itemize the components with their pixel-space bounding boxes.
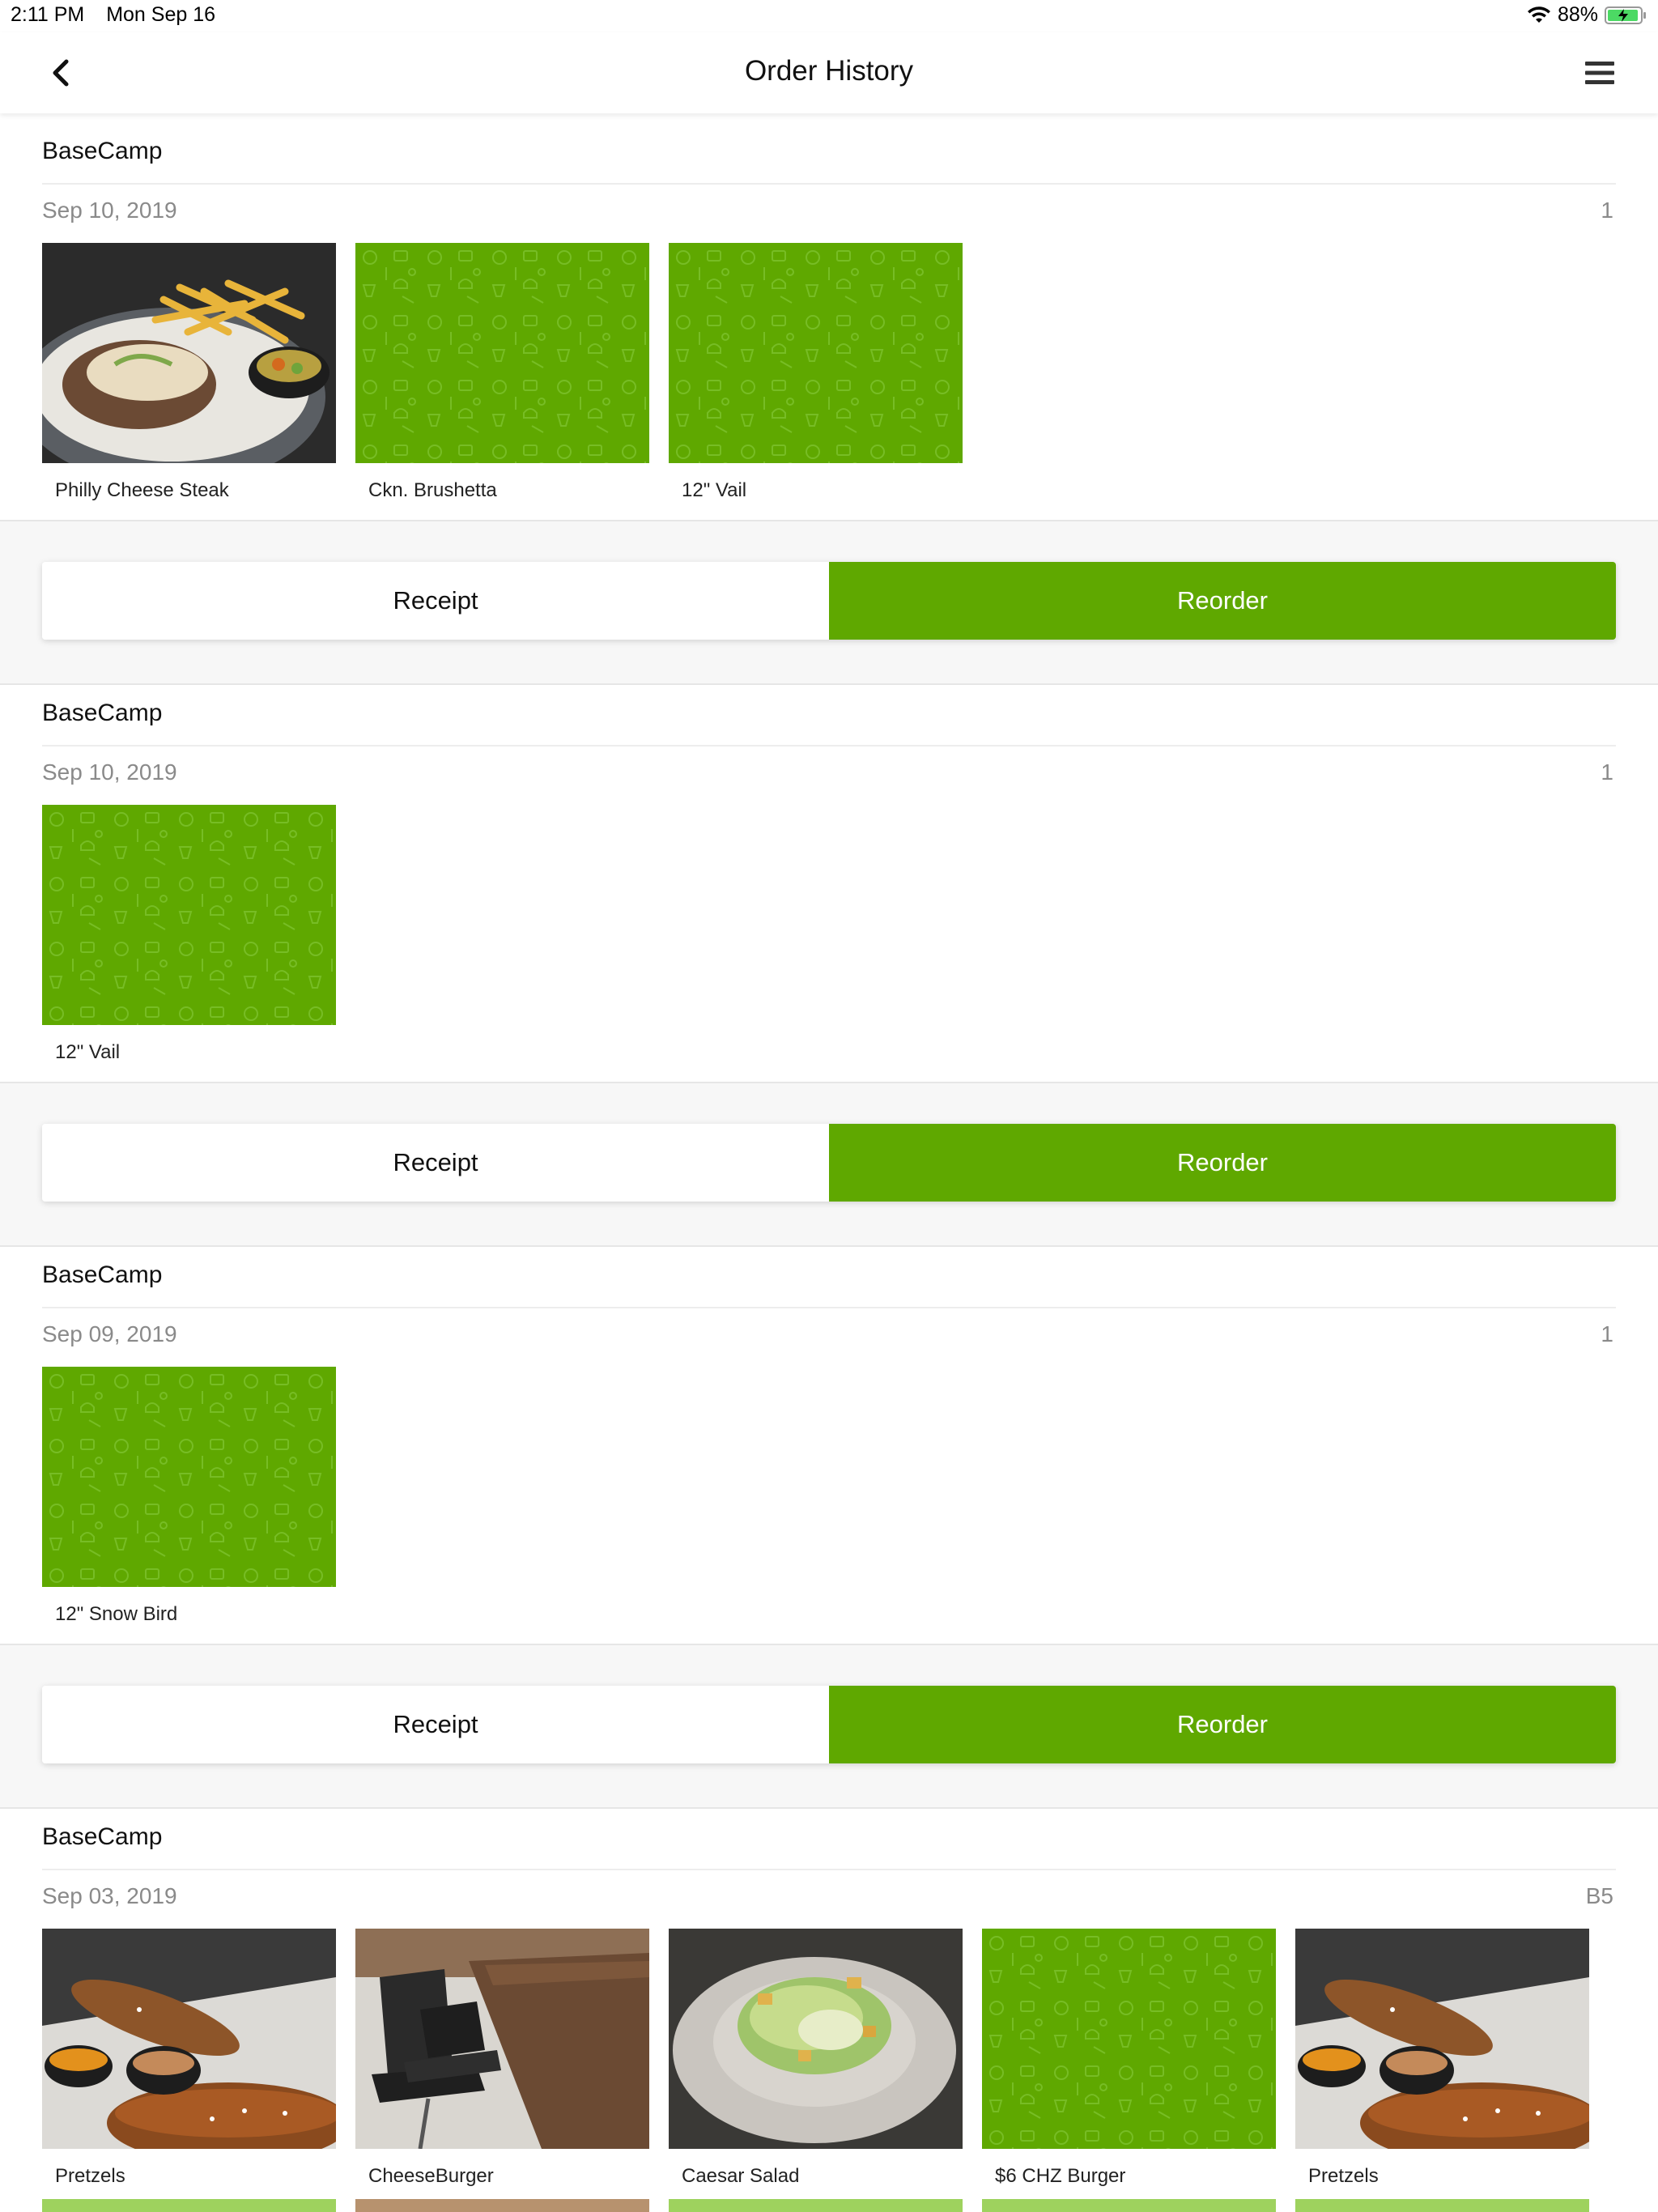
venue-name: BaseCamp <box>42 1261 163 1288</box>
placeholder-pattern-image <box>982 1929 1276 2149</box>
photo-salad <box>669 1929 963 2149</box>
divider <box>42 745 1616 747</box>
status-right: 88% <box>1527 3 1647 27</box>
photo-table <box>355 1929 649 2149</box>
status-left: 2:11 PM Mon Sep 16 <box>11 3 232 27</box>
status-bar: 2:11 PM Mon Sep 16 88% <box>0 0 1658 32</box>
order-count: 1 <box>1601 198 1613 223</box>
item-name: $6 CHZ Burger <box>995 2165 1126 2187</box>
item-name: Pretzels <box>1308 2165 1379 2187</box>
placeholder-pattern-image <box>669 243 963 463</box>
action-button-group: Receipt Reorder <box>42 562 1616 640</box>
photo-pretzels <box>1295 1929 1589 2149</box>
photo-cheesesteak <box>42 243 336 463</box>
item-name: 12" Vail <box>55 1041 121 1063</box>
order-date: Sep 10, 2019 <box>42 198 177 223</box>
order-actions: Receipt Reorder <box>0 1644 1658 1809</box>
order-item[interactable]: 12" Vail <box>42 805 336 1064</box>
order-card: BaseCamp Sep 09, 2019 1 12" Snow Bird Re… <box>0 1237 1658 1809</box>
item-name: 12" Vail <box>682 479 747 501</box>
order-items: 12" Vail <box>42 805 355 1064</box>
order-date: Sep 03, 2019 <box>42 1883 177 1908</box>
order-date: Sep 10, 2019 <box>42 759 177 785</box>
page-title: Order History <box>744 55 914 87</box>
receipt-button[interactable]: Receipt <box>42 1686 829 1763</box>
order-card: BaseCamp Sep 10, 2019 1 Philly Cheese St… <box>0 113 1658 685</box>
order-item[interactable]: Pretzels <box>42 1929 336 2188</box>
venue-name: BaseCamp <box>42 138 163 164</box>
battery-percent: 88% <box>1557 3 1598 26</box>
order-item[interactable]: $6 CHZ Burger <box>982 1929 1276 2188</box>
receipt-button[interactable]: Receipt <box>42 1124 829 1202</box>
order-items: Philly Cheese Steak Ckn. Brushetta 12" V… <box>42 243 982 502</box>
order-date: Sep 09, 2019 <box>42 1321 177 1346</box>
venue-name: BaseCamp <box>42 1823 163 1850</box>
nav-bar: Order History <box>0 32 1658 113</box>
next-item-thumbnail <box>982 2199 1276 2212</box>
order-item[interactable]: Ckn. Brushetta <box>355 243 649 502</box>
action-button-group: Receipt Reorder <box>42 1124 1616 1202</box>
item-name: CheeseBurger <box>368 2165 494 2187</box>
hamburger-menu-icon[interactable] <box>1585 60 1614 86</box>
reorder-button[interactable]: Reorder <box>829 562 1616 640</box>
next-item-thumbnail <box>42 2199 336 2212</box>
action-button-group: Receipt Reorder <box>42 1686 1616 1763</box>
order-item[interactable]: 12" Vail <box>669 243 963 502</box>
item-name: Caesar Salad <box>682 2165 800 2187</box>
receipt-button[interactable]: Receipt <box>42 562 829 640</box>
next-item-thumbnail <box>1295 2199 1589 2212</box>
reorder-button[interactable]: Reorder <box>829 1124 1616 1202</box>
order-actions: Receipt Reorder <box>0 520 1658 685</box>
order-item[interactable]: Philly Cheese Steak <box>42 243 336 502</box>
order-count: 1 <box>1601 1321 1613 1346</box>
venue-name: BaseCamp <box>42 700 163 726</box>
status-time: 2:11 PM <box>11 3 85 26</box>
status-date: Mon Sep 16 <box>106 3 216 26</box>
item-name: Ckn. Brushetta <box>368 479 497 501</box>
next-item-thumbnail <box>355 2199 649 2212</box>
item-name: 12" Snow Bird <box>55 1603 178 1625</box>
item-name: Philly Cheese Steak <box>55 479 229 501</box>
order-item[interactable]: Pretzels <box>1295 1929 1589 2188</box>
placeholder-pattern-image <box>42 805 336 1025</box>
next-item-thumbnail <box>669 2199 963 2212</box>
placeholder-pattern-image <box>42 1367 336 1587</box>
placeholder-pattern-image <box>355 243 649 463</box>
order-items: 12" Snow Bird <box>42 1367 355 1626</box>
order-items: Pretzels CheeseBurger Caesar Salad $6 CH… <box>42 1929 1609 2188</box>
divider <box>42 1307 1616 1308</box>
order-item[interactable]: CheeseBurger <box>355 1929 649 2188</box>
order-item[interactable]: 12" Snow Bird <box>42 1367 336 1626</box>
order-actions: Receipt Reorder <box>0 1082 1658 1247</box>
order-count: 1 <box>1601 759 1613 785</box>
wifi-icon <box>1527 6 1550 23</box>
order-item[interactable]: Caesar Salad <box>669 1929 963 2188</box>
order-card: BaseCamp Sep 03, 2019 B5 Pretzels Cheese… <box>0 1799 1658 2212</box>
item-name: Pretzels <box>55 2165 125 2187</box>
divider <box>42 1869 1616 1870</box>
order-count: B5 <box>1585 1883 1613 1908</box>
photo-pretzels <box>42 1929 336 2149</box>
battery-charging-icon <box>1605 6 1646 24</box>
order-card: BaseCamp Sep 10, 2019 1 12" Vail Receipt… <box>0 675 1658 1247</box>
divider <box>42 183 1616 185</box>
reorder-button[interactable]: Reorder <box>829 1686 1616 1763</box>
